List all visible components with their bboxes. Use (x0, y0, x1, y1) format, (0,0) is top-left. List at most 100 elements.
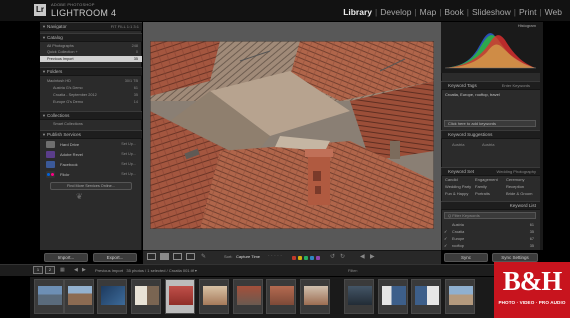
back-icon[interactable]: ◀ (74, 267, 78, 273)
module-develop[interactable]: Develop (380, 7, 411, 17)
bh-logo-text: B&H (502, 266, 563, 296)
filmstrip-thumbnail[interactable] (64, 279, 94, 314)
left-panel: ▼ Navigator FIT FILL 1:1 3:1 ▼ Catalog All … (40, 22, 142, 250)
flickr-icon (46, 171, 55, 178)
spray-can-icon[interactable]: ✎ (201, 253, 206, 260)
rotate-right-icon[interactable]: ↻ (340, 253, 345, 260)
filmstrip-thumbnail[interactable] (266, 279, 296, 314)
previous-photo-icon[interactable]: ◀ (360, 253, 365, 260)
keyword-set-item[interactable]: Portraits (475, 191, 490, 197)
keyword-set-item[interactable]: Family (475, 184, 487, 190)
find-more-services-button[interactable]: Find More Services Online... (50, 182, 132, 190)
publish-facebook[interactable]: Facebook Set Up... (42, 160, 140, 169)
right-panel-scrollbar[interactable] (540, 22, 543, 250)
keyword-set-header[interactable]: Keyword Set Wedding Photography (441, 167, 540, 176)
histogram: Histogram (441, 22, 540, 73)
grid-view-icon[interactable] (147, 253, 156, 260)
module-map[interactable]: Map (420, 7, 437, 17)
keyword-suggestions-header[interactable]: Keyword Suggestions (441, 130, 540, 139)
suggestion-item[interactable]: Austria (452, 142, 464, 148)
filmstrip-thumbnail-selected[interactable] (165, 279, 195, 314)
filmstrip-thumbnail[interactable] (411, 279, 441, 314)
color-label-purple[interactable] (316, 256, 320, 260)
facebook-icon (46, 161, 55, 168)
color-label-green[interactable] (304, 256, 308, 260)
add-keywords-input[interactable]: Click here to add keywords (444, 120, 536, 127)
navigator-header[interactable]: ▼ Navigator FIT FILL 1:1 3:1 (40, 22, 142, 31)
keyword-row[interactable]: ✓ Croatia 35 (444, 229, 536, 235)
sort-label: Sort: (224, 254, 233, 259)
smart-collections[interactable]: Smart Collections (40, 121, 142, 127)
survey-view-icon[interactable] (186, 253, 195, 260)
keyword-set-item[interactable]: Ceremony (506, 177, 524, 183)
keyword-set-item[interactable]: Bride & Groom (506, 191, 532, 197)
folder-item[interactable]: Austria G's Demo 61 (40, 85, 142, 91)
module-book[interactable]: Book (444, 7, 463, 17)
filmstrip-thumbnail[interactable] (378, 279, 408, 314)
module-library[interactable]: Library (343, 7, 372, 17)
publish-hard-drive[interactable]: Hard Drive Set Up... (42, 140, 140, 149)
revel-icon (46, 151, 55, 158)
keyword-list-header[interactable]: Keyword List (441, 201, 540, 210)
keyword-row[interactable]: ✓ rooftop 35 (444, 243, 536, 249)
compare-view-icon[interactable] (173, 253, 182, 260)
main-window-tab[interactable]: 1 (33, 266, 43, 274)
collections-header[interactable]: ▼ Collections (40, 111, 142, 120)
filmstrip-filter-label: Filter: (348, 268, 358, 273)
rotate-left-icon[interactable]: ↺ (330, 253, 335, 260)
filmstrip-thumbnail[interactable] (233, 279, 263, 314)
sort-dropdown[interactable]: Capture Time (236, 254, 260, 259)
filmstrip-info: 35 photos / 1 selected / Croatia 001.tif… (126, 268, 197, 273)
keyword-row[interactable]: ✓ Europe 67 (444, 236, 536, 242)
next-photo-icon[interactable]: ▶ (370, 253, 375, 260)
keyword-set-item[interactable]: Engagement (475, 177, 498, 183)
catalog-quick-collection[interactable]: Quick Collection +0 (40, 49, 142, 55)
folder-volume[interactable]: Macintosh HD 30/1 TB (40, 78, 142, 84)
lightroom-logo: Lr (34, 4, 46, 16)
app-title: LIGHTROOM 4 (51, 8, 117, 18)
module-web[interactable]: Web (545, 7, 562, 17)
keyword-tags-value[interactable]: Croatia, Europe, rooftop, travel (445, 92, 500, 98)
sync-button[interactable]: Sync (444, 253, 488, 262)
filmstrip-thumbnail[interactable] (344, 279, 374, 314)
filmstrip-thumbnail[interactable] (300, 279, 330, 314)
filmstrip-thumbnail[interactable] (445, 279, 475, 314)
filter-keywords-input[interactable]: Q Filter Keywords (444, 212, 536, 219)
export-button[interactable]: Export... (93, 253, 137, 262)
keyword-set-item[interactable]: Reception (506, 184, 524, 190)
secondary-window-tab[interactable]: 2 (45, 266, 55, 274)
folder-item[interactable]: Europe G's Demo 14 (40, 99, 142, 105)
rating-stars[interactable]: · · · · · (268, 253, 282, 259)
bh-logo-tagline: PHOTO · VIDEO · PRO AUDIO (498, 300, 566, 305)
color-label-red[interactable] (292, 256, 296, 260)
folder-item[interactable]: Croatia - September 2012 35 (40, 92, 142, 98)
filmstrip-source[interactable]: Previous Import 35 photos / 1 selected /… (95, 268, 197, 273)
publish-adobe-revel[interactable]: Adobe Revel Set Up... (42, 150, 140, 159)
keyword-set-item[interactable]: Candid (445, 177, 458, 183)
publish-flickr[interactable]: Flickr Set Up... (42, 170, 140, 179)
color-label-yellow[interactable] (298, 256, 302, 260)
main-photo[interactable] (150, 41, 434, 229)
sync-settings-button[interactable]: Sync Settings (492, 253, 538, 262)
import-button[interactable]: Import... (44, 253, 88, 262)
keyword-tags-header[interactable]: Keyword Tags Enter Keywords (441, 81, 540, 90)
filmstrip-thumbnail[interactable] (34, 279, 64, 314)
keyword-set-item[interactable]: Fun & Happy (445, 191, 468, 197)
loupe-view-icon[interactable] (160, 253, 169, 260)
filmstrip-thumbnail[interactable] (97, 279, 127, 314)
grid-icon[interactable]: ▦ (60, 267, 65, 273)
catalog-header[interactable]: ▼ Catalog (40, 33, 142, 42)
forward-icon[interactable]: ▶ (82, 267, 86, 273)
color-label-blue[interactable] (310, 256, 314, 260)
folders-header[interactable]: ▼ Folders (40, 67, 142, 76)
catalog-previous-import[interactable]: Previous Import 35 (40, 56, 142, 62)
suggestion-item[interactable]: Austria (482, 142, 494, 148)
filmstrip-thumbnail[interactable] (131, 279, 161, 314)
keyword-row[interactable]: Austria 61 (444, 222, 536, 228)
publish-services-header[interactable]: ▼ Publish Services (40, 130, 142, 139)
keyword-set-item[interactable]: Wedding Party (445, 184, 471, 190)
module-print[interactable]: Print (519, 7, 536, 17)
hard-drive-icon (46, 141, 55, 148)
module-slideshow[interactable]: Slideshow (472, 7, 511, 17)
filmstrip-thumbnail[interactable] (199, 279, 229, 314)
